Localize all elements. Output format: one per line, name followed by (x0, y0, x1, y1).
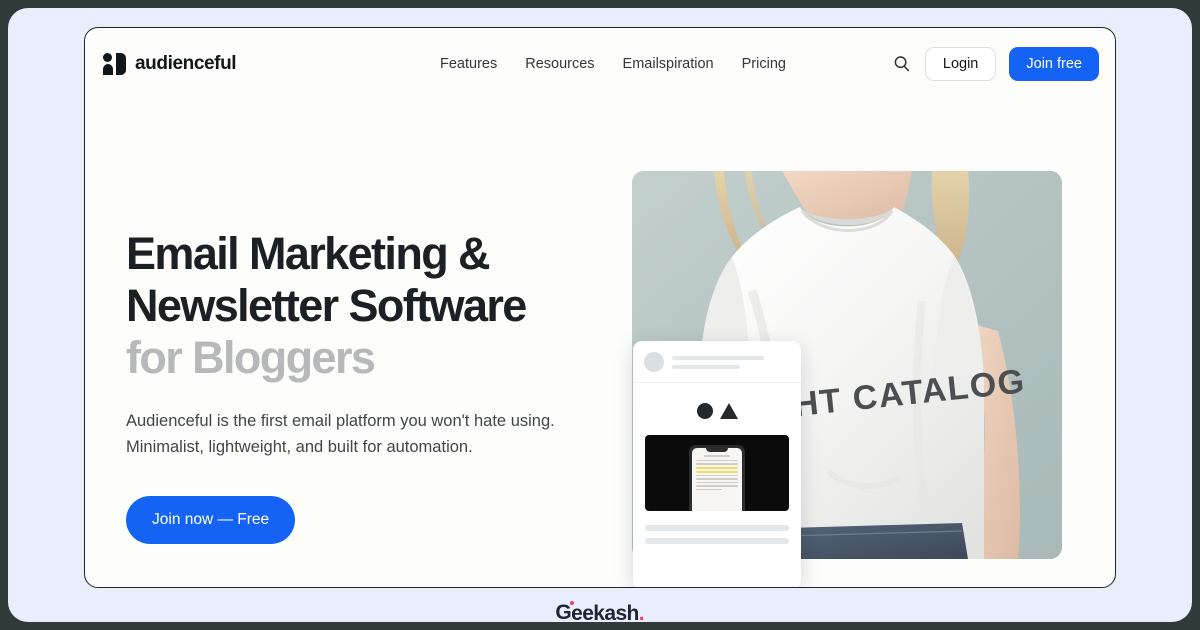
page-title: Email Marketing & Newsletter Software fo… (126, 228, 626, 383)
geekash-watermark: G eekash . (0, 601, 1200, 625)
brand-logo[interactable]: audienceful (103, 53, 237, 75)
triangle-icon (719, 403, 738, 419)
main-navigation: Features Resources Emailspiration Pricin… (440, 56, 786, 72)
post-card-media (645, 435, 789, 511)
post-card-header (633, 341, 801, 383)
nav-item-pricing[interactable]: Pricing (742, 56, 786, 72)
watermark-period: . (638, 602, 645, 625)
post-card-footer-lines (633, 511, 801, 544)
website-card: audienceful Features Resources Emailspir… (84, 27, 1116, 588)
hero-content: Email Marketing & Newsletter Software fo… (126, 228, 626, 545)
watermark-name-head: G (555, 601, 572, 624)
screenshot-frame: audienceful Features Resources Emailspir… (0, 0, 1200, 630)
nav-item-emailspiration[interactable]: Emailspiration (623, 56, 714, 72)
site-header: audienceful Features Resources Emailspir… (85, 28, 1115, 100)
hero-subheading: Audienceful is the first email platform … (126, 409, 556, 460)
headline-line-1: Email Marketing & (126, 228, 491, 279)
circle-icon (696, 403, 713, 419)
post-card-logo (633, 383, 801, 435)
join-now-free-button[interactable]: Join now — Free (126, 496, 296, 545)
headline-line-2: Newsletter Software (126, 279, 527, 331)
nav-item-resources[interactable]: Resources (525, 56, 594, 72)
post-preview-card (633, 341, 801, 587)
join-free-button[interactable]: Join free (1009, 47, 1099, 81)
watermark-logo-icon: G (555, 601, 575, 624)
audienceful-logo-icon (103, 53, 126, 75)
watermark-name-tail: eekash (571, 602, 639, 625)
search-icon[interactable] (892, 54, 912, 74)
headline-line-3: for Bloggers (126, 331, 376, 383)
nav-item-features[interactable]: Features (440, 56, 497, 72)
header-actions: Login Join free (892, 47, 1099, 81)
brand-name: audienceful (135, 53, 237, 74)
subhead-line-1: Audienceful is the first email platform … (126, 412, 507, 431)
avatar (644, 352, 664, 372)
phone-mockup-icon (689, 445, 745, 511)
login-button[interactable]: Login (924, 47, 997, 81)
post-header-placeholder-lines (672, 355, 790, 369)
